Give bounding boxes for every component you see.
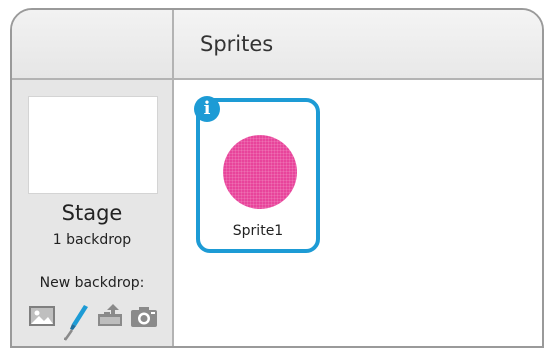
sprite-library-panel: Stage 1 backdrop New backdrop: Sprites i…: [10, 8, 544, 348]
backdrop-count: 1 backdrop: [52, 232, 132, 248]
paint-library-icon[interactable]: [28, 304, 56, 328]
sprites-header: Sprites: [174, 10, 542, 80]
stage-name: Stage: [61, 201, 123, 225]
info-icon[interactable]: i: [194, 96, 220, 122]
stage-thumbnail[interactable]: [28, 96, 158, 194]
upload-icon[interactable]: [96, 304, 124, 328]
paintbrush-icon[interactable]: [64, 304, 92, 344]
stage-column: Stage 1 backdrop New backdrop:: [12, 10, 174, 346]
sprites-title: Sprites: [200, 32, 274, 56]
sprite-name: Sprite1: [232, 223, 284, 239]
new-backdrop-label: New backdrop:: [39, 275, 145, 291]
sprite-costume-image: [223, 135, 297, 209]
sprite-thumbnail-sprite1[interactable]: i Sprite1: [194, 96, 320, 253]
stage-header: [12, 10, 172, 80]
camera-icon[interactable]: [130, 304, 158, 328]
